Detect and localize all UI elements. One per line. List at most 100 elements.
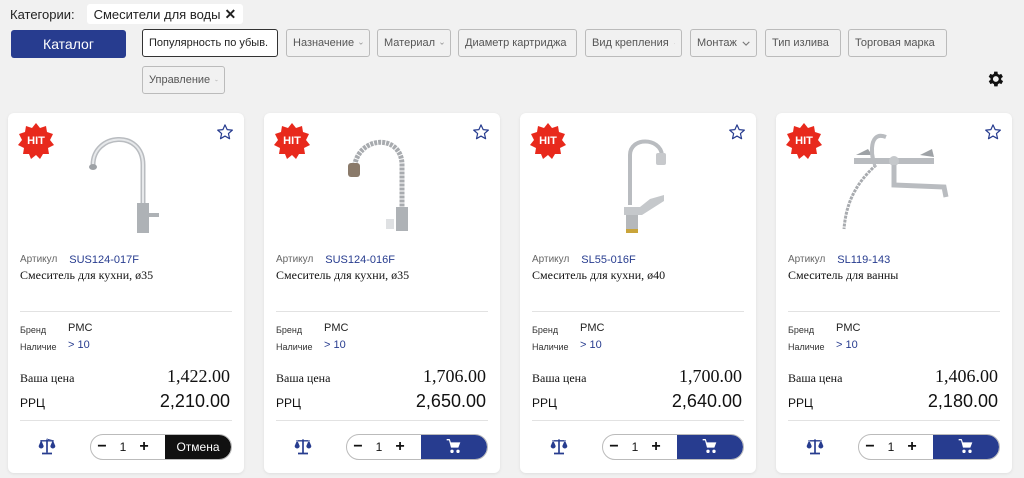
your-price-value: 1,700.00 (679, 366, 742, 386)
increment-button[interactable]: + (901, 438, 923, 456)
increment-button[interactable]: + (645, 438, 667, 456)
faucet-image (348, 139, 408, 231)
brand-value: PMC (580, 322, 605, 334)
divider (788, 311, 1000, 312)
add-to-cart-button[interactable] (933, 435, 999, 459)
article-label: Артикул (788, 254, 826, 265)
catalog-button[interactable]: Каталог (11, 30, 126, 58)
article-row: Артикул SUS124-016F (276, 254, 395, 266)
category-chip: Смесители для воды ✕ (86, 4, 244, 24)
filter-cartridge-diameter[interactable]: Диаметр картриджа (458, 29, 577, 57)
star-icon[interactable] (728, 123, 746, 141)
stock-label: Наличие (276, 342, 313, 352)
filter-label: Диаметр картриджа (465, 37, 567, 49)
product-card: HIT Артикул SL119-143 Смеситель для ванн… (776, 113, 1012, 473)
stock-label: Наличие (532, 342, 569, 352)
decrement-button[interactable]: − (859, 438, 881, 456)
star-icon[interactable] (984, 123, 1002, 141)
filter-control[interactable]: Управление (142, 66, 225, 94)
compare-scales-icon[interactable] (37, 436, 57, 456)
filter-spout-type[interactable]: Тип излива (765, 29, 841, 57)
cart-icon (958, 439, 973, 453)
add-to-cart-button[interactable] (421, 435, 487, 459)
quantity-value[interactable]: 1 (625, 440, 645, 454)
quantity-value[interactable]: 1 (369, 440, 389, 454)
chevron-down-icon (215, 79, 218, 81)
product-title[interactable]: Смеситель для кухни, ø40 (532, 268, 665, 283)
rrc-value: 2,210.00 (159, 391, 230, 411)
chevron-down-icon (359, 42, 363, 45)
chip-remove-icon[interactable]: ✕ (224, 6, 236, 23)
brand-value: PMC (68, 322, 93, 334)
filter-label: Тип излива (772, 37, 829, 49)
hit-badge: HIT (18, 123, 54, 159)
compare-scales-icon[interactable] (805, 436, 825, 456)
rrc-label: РРЦ (276, 396, 301, 410)
categories-label: Категории: (10, 6, 75, 22)
cancel-button[interactable]: Отмена (165, 435, 231, 459)
gear-icon[interactable] (985, 69, 1005, 89)
quantity-stepper: − 1 + (602, 434, 744, 460)
decrement-button[interactable]: − (347, 438, 369, 456)
your-price-value: 1,706.00 (423, 366, 486, 386)
article-code[interactable]: SL55-016F (581, 254, 635, 266)
your-price-label: Ваша цена (532, 371, 587, 385)
filter-brand[interactable]: Торговая марка (848, 29, 947, 57)
article-label: Артикул (276, 254, 314, 265)
quantity-value[interactable]: 1 (881, 440, 901, 454)
hit-badge-label: HIT (283, 135, 301, 147)
article-row: Артикул SL55-016F (532, 254, 636, 266)
your-price-label: Ваша цена (20, 371, 75, 385)
filter-purpose[interactable]: Назначение (286, 29, 370, 57)
brand-value: PMC (324, 322, 349, 334)
stock-value: > 10 (324, 339, 346, 351)
brand-label: Бренд (532, 325, 559, 335)
category-filter-row: Категории: Смесители для воды ✕ (10, 4, 244, 24)
faucet-image (842, 133, 949, 230)
star-icon[interactable] (216, 123, 234, 141)
brand-label: Бренд (276, 325, 303, 335)
hit-badge-label: HIT (795, 135, 813, 147)
add-to-cart-button[interactable] (677, 435, 743, 459)
filter-material[interactable]: Материал (377, 29, 451, 57)
product-title[interactable]: Смеситель для ванны (788, 268, 898, 283)
decrement-button[interactable]: − (603, 438, 625, 456)
filter-installation[interactable]: Монтаж (690, 29, 757, 57)
article-code[interactable]: SL119-143 (837, 254, 890, 266)
hit-badge-label: HIT (27, 135, 45, 147)
product-title[interactable]: Смеситель для кухни, ø35 (20, 268, 153, 283)
stock-value: > 10 (836, 339, 858, 351)
compare-scales-icon[interactable] (549, 436, 569, 456)
rrc-label: РРЦ (20, 396, 45, 410)
filter-label: Материал (384, 37, 435, 49)
category-chip-label: Смесители для воды (93, 6, 221, 22)
filter-mount-type[interactable]: Вид крепления (585, 29, 682, 57)
star-icon[interactable] (472, 123, 490, 141)
compare-scales-icon[interactable] (293, 436, 313, 456)
stock-label: Наличие (20, 342, 57, 352)
article-row: Артикул SUS124-017F (20, 254, 139, 266)
hit-badge-label: HIT (539, 135, 557, 147)
increment-button[interactable]: + (389, 438, 411, 456)
chevron-down-icon (673, 42, 675, 44)
divider (20, 311, 232, 312)
sort-dropdown-label: Популярность по убыв. (149, 37, 269, 49)
article-code[interactable]: SUS124-017F (69, 254, 139, 266)
article-label: Артикул (532, 254, 570, 265)
article-label: Артикул (20, 254, 58, 265)
article-code[interactable]: SUS124-016F (325, 254, 395, 266)
sort-dropdown[interactable]: Популярность по убыв. (142, 29, 278, 57)
increment-button[interactable]: + (133, 438, 155, 456)
divider (276, 311, 488, 312)
article-row: Артикул SL119-143 (788, 254, 890, 266)
quantity-stepper: − 1 + Отмена (90, 434, 232, 460)
rrc-value: 2,640.00 (671, 391, 742, 411)
decrement-button[interactable]: − (91, 438, 113, 456)
divider (20, 420, 232, 421)
brand-value: PMC (836, 322, 861, 334)
product-title[interactable]: Смеситель для кухни, ø35 (276, 268, 409, 283)
stock-value: > 10 (580, 339, 602, 351)
quantity-value[interactable]: 1 (113, 440, 133, 454)
your-price-value: 1,422.00 (167, 366, 230, 386)
rrc-value: 2,180.00 (927, 391, 998, 411)
